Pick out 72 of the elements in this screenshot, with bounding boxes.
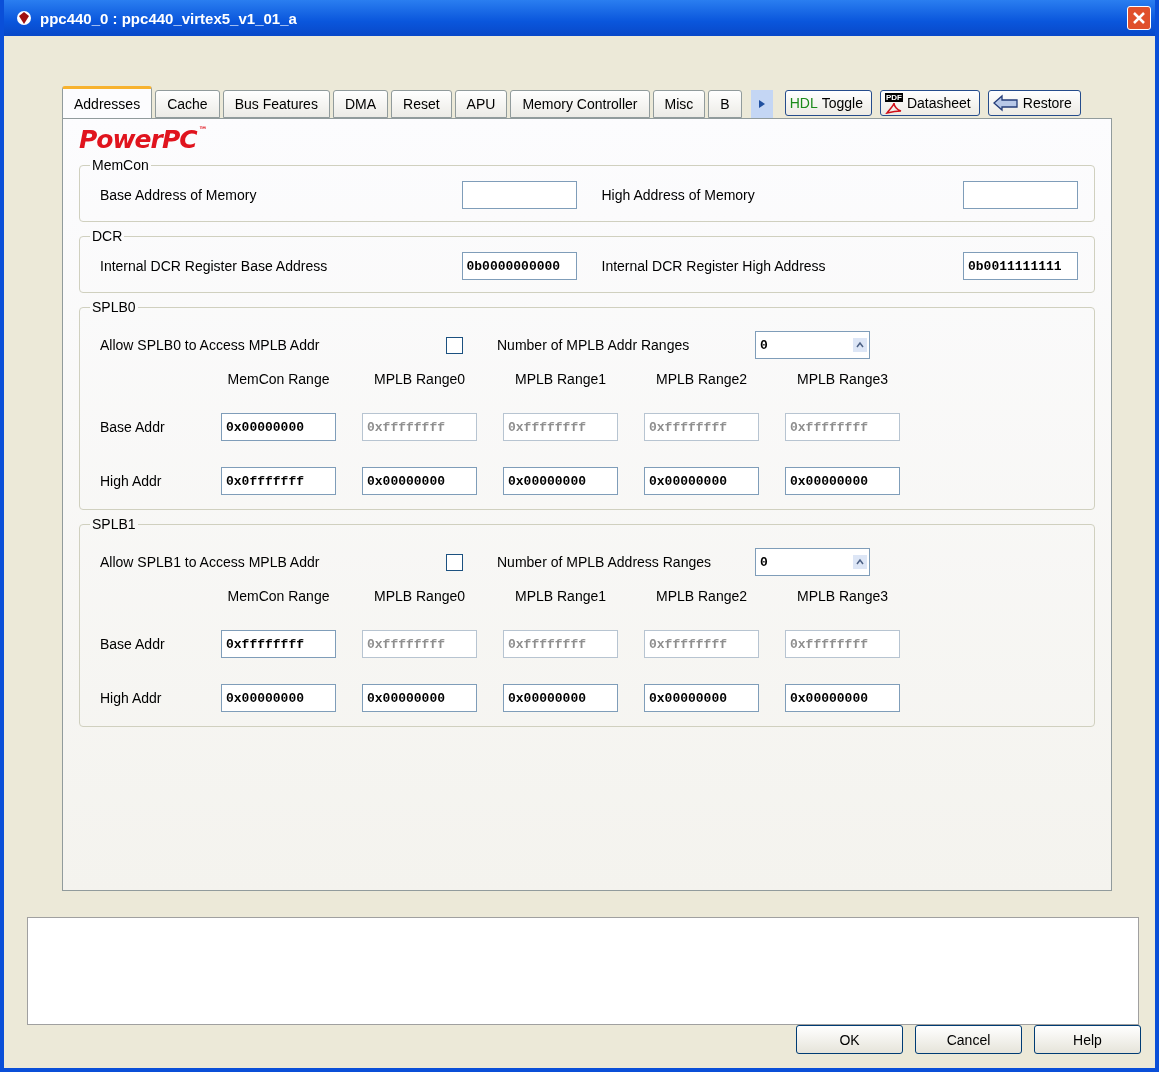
row-label: Base Addr: [100, 419, 166, 435]
address-field[interactable]: 0x00000000: [785, 467, 900, 495]
acrobat-icon: [884, 101, 903, 114]
arrow-icon: [992, 94, 1019, 112]
tab[interactable]: Reset: [391, 90, 452, 118]
tab[interactable]: Bus Features: [222, 90, 330, 118]
checkbox-label: Allow SPLB1 to Access MPLB Addr: [100, 554, 321, 570]
address-field[interactable]: 0x00000000: [644, 684, 759, 712]
group-title: DCR: [91, 228, 124, 244]
column-header: MPLB Range0: [372, 371, 467, 387]
toolbar-button[interactable]: PDF Datasheet: [879, 90, 980, 116]
tab[interactable]: Addresses: [62, 86, 153, 118]
address-field[interactable]: 0x00000000: [644, 467, 759, 495]
close-icon: [1132, 11, 1146, 25]
dialog-button[interactable]: OK: [796, 1025, 903, 1054]
column-header: MPLB Range1: [513, 588, 608, 604]
address-field[interactable]: 0x00000000: [503, 467, 618, 495]
close-button[interactable]: [1127, 6, 1151, 30]
row-label: High Addr: [100, 690, 163, 706]
checkbox-label: Allow SPLB0 to Access MPLB Addr: [100, 337, 321, 353]
number-spinner[interactable]: 0: [755, 331, 870, 359]
group-title: SPLB1: [91, 516, 137, 532]
address-field[interactable]: 0x00000000: [503, 684, 618, 712]
input-field[interactable]: [963, 181, 1078, 209]
column-header: MPLB Range3: [795, 371, 890, 387]
input-field[interactable]: 0b0000000000: [461, 252, 577, 280]
tab[interactable]: DMA: [332, 90, 388, 118]
address-field[interactable]: 0x00000000: [362, 684, 477, 712]
group-title: SPLB0: [91, 299, 137, 315]
address-field[interactable]: 0x00000000: [221, 684, 336, 712]
tab[interactable]: Misc: [652, 90, 706, 118]
address-field[interactable]: 0xffffffff: [221, 630, 336, 658]
address-field[interactable]: 0x0fffffff: [221, 467, 336, 495]
row-label: High Addr: [100, 473, 163, 489]
hdl-label: HDL: [789, 95, 818, 111]
column-header: MPLB Range0: [372, 588, 467, 604]
tab-scroll-button[interactable]: [750, 90, 773, 118]
tab[interactable]: APU: [454, 90, 508, 118]
field-label: High Address of Memory: [601, 187, 756, 203]
row-label: Base Addr: [100, 636, 166, 652]
toolbar-button[interactable]: Restore: [987, 90, 1081, 116]
column-header: MemCon Range: [226, 371, 331, 387]
window-title: ppc440_0 : ppc440_virtex5_v1_01_a: [40, 9, 298, 27]
address-field[interactable]: 0x00000000: [362, 467, 477, 495]
column-header: MPLB Range3: [795, 588, 890, 604]
column-header: MPLB Range2: [654, 588, 749, 604]
caret-icon: [758, 100, 765, 108]
input-field[interactable]: [461, 181, 577, 209]
field-label: Internal DCR Register High Address: [601, 258, 827, 274]
column-header: MemCon Range: [226, 588, 331, 604]
app-icon: [16, 10, 32, 26]
tab[interactable]: B: [708, 90, 742, 118]
address-field[interactable]: 0x00000000: [785, 684, 900, 712]
dialog-button[interactable]: Cancel: [915, 1025, 1022, 1054]
pdf-label: PDF: [884, 92, 903, 102]
field-label: Base Address of Memory: [100, 187, 258, 203]
address-field[interactable]: 0x00000000: [221, 413, 336, 441]
logo: PowerPC™: [79, 125, 208, 156]
number-spinner[interactable]: 0: [755, 548, 870, 576]
column-header: MPLB Range1: [513, 371, 608, 387]
field-label: Internal DCR Register Base Address: [100, 258, 329, 274]
tab[interactable]: Cache: [155, 90, 220, 118]
tab[interactable]: Memory Controller: [510, 90, 650, 118]
toolbar-button[interactable]: HDL Toggle: [784, 90, 872, 116]
field-label: Number of MPLB Address Ranges: [497, 554, 712, 570]
checkbox[interactable]: [446, 553, 463, 571]
field-label: Number of MPLB Addr Ranges: [497, 337, 691, 353]
column-header: MPLB Range2: [654, 371, 749, 387]
group-title: MemCon: [91, 157, 150, 173]
input-field[interactable]: 0b0011111111: [963, 252, 1078, 280]
checkbox[interactable]: [446, 336, 463, 354]
dialog-button[interactable]: Help: [1034, 1025, 1141, 1054]
